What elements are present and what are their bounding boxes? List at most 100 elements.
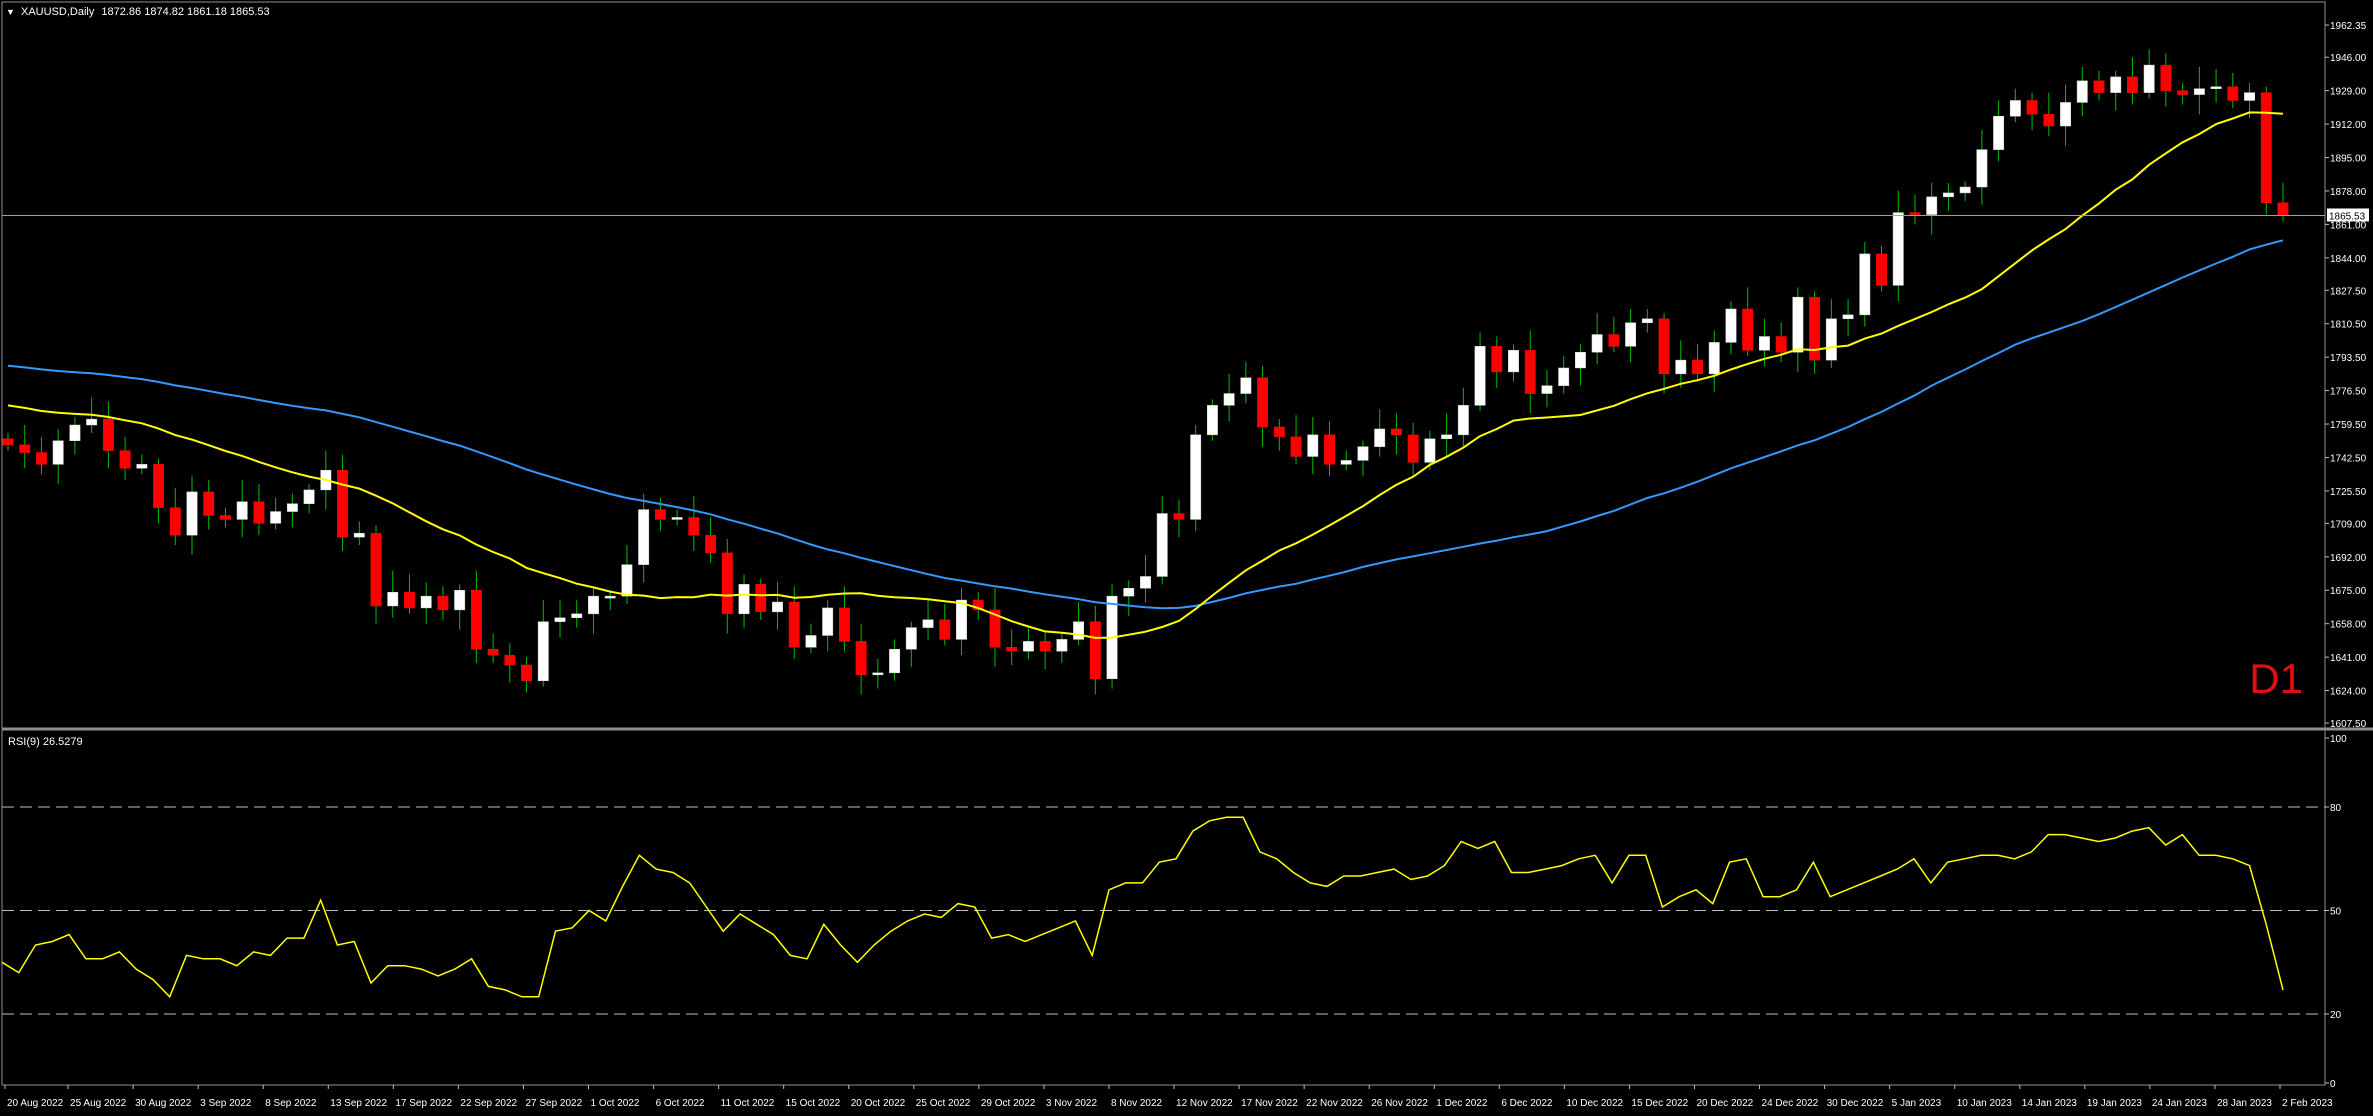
candle-bull (621, 564, 633, 597)
candle-bull (387, 591, 399, 607)
candle-bull (1140, 576, 1151, 589)
candle-bull (1357, 446, 1369, 461)
candle-bull (454, 589, 466, 611)
candle-bull (69, 424, 81, 442)
candle-bear (2093, 80, 2105, 93)
price-tick-label: 1912.00 (2330, 120, 2367, 131)
candle-bull (1156, 513, 1168, 577)
time-tick-label: 25 Aug 2022 (70, 1098, 127, 1109)
collapse-triangle-icon[interactable]: ▼ (6, 7, 15, 17)
candle-bear (2026, 100, 2038, 115)
candle-bull (303, 489, 315, 504)
candle-bull (905, 627, 917, 650)
candle-bear (337, 470, 348, 538)
candle-bear (1524, 350, 1536, 394)
candle-bull (2244, 92, 2255, 101)
candle-bull (2193, 88, 2205, 95)
candle-bull (1541, 385, 1553, 394)
candle-bear (169, 507, 181, 536)
time-tick-label: 17 Sep 2022 (395, 1098, 452, 1109)
candle-bear (253, 501, 265, 524)
time-tick-label: 25 Oct 2022 (916, 1098, 971, 1109)
candle-bear (721, 552, 733, 615)
candle-bear (404, 591, 415, 609)
candle-bull (604, 595, 616, 599)
candle-bull (671, 517, 683, 520)
time-tick-label: 30 Dec 2022 (1827, 1098, 1884, 1109)
time-tick-label: 20 Dec 2022 (1696, 1098, 1753, 1109)
candle-bull (822, 607, 834, 636)
candle-bull (805, 635, 817, 648)
timeframe-label: D1 (2249, 655, 2303, 702)
price-tick-label: 1844.00 (2330, 254, 2367, 265)
candle-bull (922, 619, 934, 628)
candle-bear (1257, 377, 1269, 428)
candle-bull (1424, 438, 1436, 463)
chart-title[interactable]: ▼ XAUUSD,Daily 1872.86 1874.82 1861.18 1… (6, 6, 270, 18)
candle-bull (1190, 434, 1202, 520)
candle-bear (838, 607, 850, 642)
candle-bear (1909, 212, 1921, 215)
candle-bull (1725, 308, 1737, 343)
price-tick-label: 1793.50 (2330, 353, 2367, 364)
candle-bull (2110, 76, 2122, 93)
candle-bear (1407, 434, 1419, 463)
time-tick-label: 1 Oct 2022 (591, 1098, 640, 1109)
candle-bear (855, 641, 867, 676)
candle-bear (1742, 308, 1754, 351)
candle-bull (1240, 377, 1252, 394)
candle-bear (1876, 253, 1887, 286)
candle-bull (872, 672, 884, 676)
chart-canvas[interactable]: 1962.35 1946.00 1929.00 1912.00 1895.00 1878.… (0, 0, 2373, 1116)
candle-bull (1591, 334, 1603, 353)
price-tick-label: 1962.35 (2330, 21, 2367, 32)
candle-bull (2009, 100, 2021, 117)
time-tick-label: 6 Oct 2022 (656, 1098, 705, 1109)
candle-bear (2277, 202, 2289, 216)
time-tick-label: 15 Dec 2022 (1631, 1098, 1688, 1109)
candle-bull (1708, 342, 1720, 375)
candle-bull (738, 584, 750, 615)
time-tick-label: 5 Jan 2023 (1892, 1098, 1942, 1109)
time-tick-label: 19 Jan 2023 (2087, 1098, 2142, 1109)
candle-bull (1993, 115, 2005, 150)
time-tick-label: 12 Nov 2022 (1176, 1098, 1233, 1109)
time-tick-label: 11 Oct 2022 (721, 1098, 775, 1109)
candle-bear (1173, 513, 1185, 520)
candle-bear (487, 648, 499, 656)
candle-bear (939, 619, 951, 640)
candle-bull (1056, 639, 1068, 652)
candle-bull (571, 613, 583, 619)
time-tick-label: 22 Sep 2022 (460, 1098, 517, 1109)
candle-bull (1223, 393, 1235, 406)
price-tick-label: 1675.00 (2330, 586, 2367, 597)
candle-bull (1340, 460, 1352, 465)
candle-bear (1658, 318, 1670, 375)
candle-bull (638, 509, 650, 565)
candle-bull (2143, 64, 2155, 93)
time-tick-label: 3 Sep 2022 (200, 1098, 252, 1109)
time-tick-label: 24 Jan 2023 (2152, 1098, 2207, 1109)
candle-bull (236, 501, 248, 520)
chart-background (0, 0, 2373, 1116)
price-tick-label: 1776.50 (2330, 387, 2367, 398)
time-tick-label: 22 Nov 2022 (1306, 1098, 1363, 1109)
time-tick-label: 8 Sep 2022 (265, 1098, 317, 1109)
candle-bull (889, 648, 901, 674)
rsi-tick-label: 80 (2330, 803, 2342, 814)
candle-bull (270, 511, 282, 524)
candle-bear (705, 534, 717, 554)
candle-bull (1625, 322, 1637, 347)
candle-bull (1073, 621, 1085, 640)
candle-bear (1491, 346, 1503, 373)
candle-bull (1123, 588, 1135, 597)
time-tick-label: 6 Dec 2022 (1501, 1098, 1553, 1109)
candle-bear (2160, 64, 2172, 91)
candle-bear (437, 595, 449, 611)
candle-bull (1641, 318, 1653, 323)
candle-bear (1039, 641, 1051, 652)
candle-bear (1324, 434, 1335, 465)
time-tick-label: 15 Oct 2022 (786, 1098, 841, 1109)
candle-bear (2227, 86, 2239, 101)
candle-bear (1390, 428, 1402, 436)
